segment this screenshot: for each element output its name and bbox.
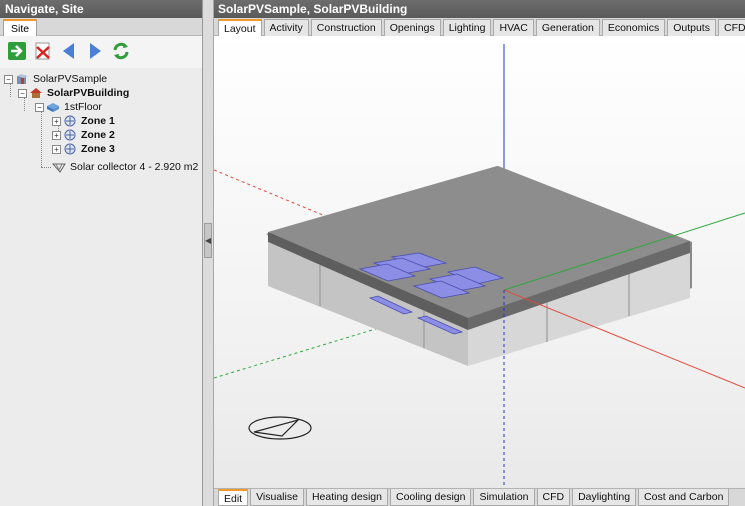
tree-item-building[interactable]: − SolarPVBuilding	[18, 86, 129, 100]
navigate-tabs: Site	[0, 18, 202, 36]
tab-cfd[interactable]: CFD	[717, 19, 745, 36]
forward-arrow-icon[interactable]	[84, 40, 106, 62]
zone-icon	[64, 143, 76, 155]
expand-toggle[interactable]: +	[52, 116, 61, 126]
model-panel-title: SolarPVSample, SolarPVBuilding	[214, 0, 745, 18]
tree-label-zone: Zone 1	[81, 115, 115, 127]
building-icon	[30, 88, 42, 98]
tab-edit[interactable]: Edit	[218, 489, 249, 506]
back-arrow-icon[interactable]	[58, 40, 80, 62]
collapse-arrow-icon[interactable]: ◀	[204, 223, 212, 258]
refresh-icon[interactable]	[110, 40, 132, 62]
tree-item-collector[interactable]: Solar collector 4 - 2.920 m2	[52, 160, 198, 174]
tree-label-floor: 1stFloor	[64, 101, 102, 113]
tree-label-site: SolarPVSample	[33, 73, 108, 85]
site-icon	[17, 74, 28, 84]
tab-simulation[interactable]: Simulation	[473, 489, 535, 506]
tab-economics[interactable]: Economics	[601, 19, 666, 36]
compass-icon[interactable]	[248, 416, 312, 440]
tab-visualise[interactable]: Visualise	[250, 489, 304, 506]
tab-generation[interactable]: Generation	[535, 19, 600, 36]
green-arrow-icon[interactable]	[6, 40, 28, 62]
tree-label-zone: Zone 2	[81, 129, 115, 141]
tab-cfd-bottom[interactable]: CFD	[536, 489, 571, 506]
tab-heating-design[interactable]: Heating design	[305, 489, 388, 506]
expand-toggle[interactable]: +	[52, 144, 61, 154]
building-model[interactable]	[214, 36, 745, 488]
3d-viewport[interactable]	[214, 36, 745, 488]
tree-item-zone[interactable]: + Zone 1	[52, 114, 115, 128]
tree-item-site[interactable]: − SolarPVSample	[4, 72, 107, 86]
floor-icon	[47, 103, 59, 112]
tab-hvac[interactable]: HVAC	[493, 19, 534, 36]
tab-construction[interactable]: Construction	[310, 19, 382, 36]
model-panel: SolarPVSample, SolarPVBuilding Layout Ac…	[214, 0, 745, 506]
zone-icon	[64, 129, 76, 141]
tab-activity[interactable]: Activity	[263, 19, 309, 36]
tab-openings[interactable]: Openings	[383, 19, 441, 36]
collapse-toggle[interactable]: −	[35, 102, 44, 112]
tab-lighting[interactable]: Lighting	[442, 19, 492, 36]
solar-collector-icon	[52, 163, 66, 173]
tab-cost-and-carbon[interactable]: Cost and Carbon	[638, 489, 730, 506]
expand-toggle[interactable]: +	[52, 130, 61, 140]
tab-cooling-design[interactable]: Cooling design	[390, 489, 472, 506]
tree-label-building: SolarPVBuilding	[47, 87, 130, 99]
bottom-tab-bar: Edit Visualise Heating design Cooling de…	[214, 488, 745, 506]
zone-icon	[64, 115, 76, 127]
tree-item-zone[interactable]: + Zone 3	[52, 142, 115, 156]
panel-splitter[interactable]: ◀	[203, 0, 214, 506]
navigate-panel: Navigate, Site Site − SolarPVSample − So…	[0, 0, 203, 506]
app-window: Navigate, Site Site − SolarPVSample − So…	[0, 0, 745, 506]
tab-outputs[interactable]: Outputs	[667, 19, 716, 36]
tab-daylighting[interactable]: Daylighting	[572, 489, 637, 506]
tab-site[interactable]: Site	[3, 19, 38, 36]
collapse-toggle[interactable]: −	[4, 74, 13, 84]
navigate-panel-title: Navigate, Site	[0, 0, 202, 18]
top-tab-bar: Layout Activity Construction Openings Li…	[214, 18, 745, 36]
tab-layout[interactable]: Layout	[218, 19, 262, 36]
tree-item-floor[interactable]: − 1stFloor	[35, 100, 102, 114]
tree-label-collector: Solar collector 4 - 2.920 m2	[70, 161, 199, 173]
collapse-toggle[interactable]: −	[18, 88, 27, 98]
navigate-toolbar	[0, 36, 202, 68]
tree-label-zone: Zone 3	[81, 143, 115, 155]
delete-icon[interactable]	[32, 40, 54, 62]
tree-item-zone[interactable]: + Zone 2	[52, 128, 115, 142]
